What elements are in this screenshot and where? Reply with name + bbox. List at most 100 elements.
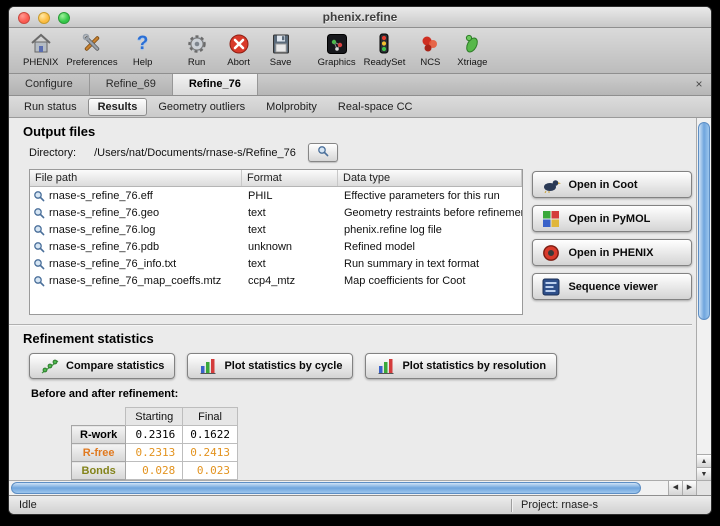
tab-refine-76[interactable]: Refine_76	[173, 74, 258, 95]
toolbar-button-ncs[interactable]: NCS	[409, 30, 451, 68]
column-header-final: Final	[183, 408, 238, 426]
close-tab-icon[interactable]: ×	[687, 74, 711, 95]
abort-icon	[227, 30, 251, 57]
tab-run-status[interactable]: Run status	[14, 98, 87, 116]
stats-row-r-free: R-free 0.2313 0.2413	[72, 444, 238, 462]
file-datatype: Map coefficients for Coot	[338, 275, 522, 287]
row-label: R-free	[72, 444, 126, 462]
tab-real-space-cc[interactable]: Real-space CC	[328, 98, 423, 116]
file-datatype: Geometry restraints before refinement	[338, 207, 522, 219]
toolbar-button-phenix[interactable]: PHENIX	[19, 30, 62, 68]
scroll-left-icon[interactable]: ◀	[668, 481, 682, 495]
file-row[interactable]: rnase-s_refine_76_map_coeffs.mtz ccp4_mt…	[30, 272, 522, 289]
vertical-scrollbar[interactable]: ▲ ▼	[696, 118, 711, 480]
file-path: rnase-s_refine_76.log	[49, 224, 155, 236]
file-format: ccp4_mtz	[242, 275, 338, 287]
phenix-logo-icon	[541, 244, 561, 262]
zoom-window-button[interactable]	[58, 12, 70, 24]
titlebar: phenix.refine	[9, 7, 711, 28]
file-format: text	[242, 207, 338, 219]
close-window-button[interactable]	[18, 12, 30, 24]
section-divider	[9, 324, 692, 326]
file-row[interactable]: rnase-s_refine_76.pdb unknown Refined mo…	[30, 238, 522, 255]
minimize-window-button[interactable]	[38, 12, 50, 24]
traffic-lights	[18, 12, 70, 24]
sequence-viewer-button[interactable]: Sequence viewer	[532, 273, 692, 300]
toolbar-label: Abort	[227, 57, 250, 68]
toolbar-button-graphics[interactable]: Graphics	[314, 30, 360, 68]
file-path: rnase-s_refine_76_info.txt	[49, 258, 176, 270]
scroll-up-icon[interactable]: ▲	[697, 454, 711, 467]
vertical-scroll-thumb[interactable]	[698, 122, 710, 320]
tab-geometry-outliers[interactable]: Geometry outliers	[148, 98, 255, 116]
project-status: Project: rnase-s	[511, 496, 598, 514]
button-label: Open in PHENIX	[568, 247, 653, 259]
xtriage-icon	[460, 30, 484, 57]
toolbar-button-help[interactable]: ? Help	[122, 30, 164, 68]
file-datatype: Run summary in text format	[338, 258, 522, 270]
directory-label: Directory:	[29, 147, 76, 159]
toolbar-button-save[interactable]: Save	[260, 30, 302, 68]
plot-statistics-by-cycle-button[interactable]: Plot statistics by cycle	[187, 353, 353, 379]
files-section: File path Format Data type rnase-s_refin…	[29, 169, 692, 315]
browse-directory-button[interactable]	[308, 143, 338, 162]
status-text: Idle	[19, 499, 37, 511]
results-scrollpane: Output files Directory: /Users/nat/Docum…	[9, 118, 696, 480]
column-header-data-type[interactable]: Data type	[338, 170, 522, 186]
magnifier-icon	[33, 241, 45, 253]
button-label: Plot statistics by cycle	[224, 360, 342, 372]
toolbar-button-run[interactable]: Run	[176, 30, 218, 68]
result-tabs: Run status Results Geometry outliers Mol…	[9, 96, 711, 118]
starting-value: 0.2313	[126, 444, 183, 462]
file-path: rnase-s_refine_76.eff	[49, 190, 153, 202]
scroll-down-icon[interactable]: ▼	[697, 467, 711, 480]
toolbar-label: Run	[188, 57, 205, 68]
status-bar: Idle Project: rnase-s	[9, 495, 711, 514]
toolbar-button-readyset[interactable]: ReadySet	[360, 30, 410, 68]
before-after-label: Before and after refinement:	[31, 388, 692, 400]
tab-results[interactable]: Results	[88, 98, 148, 116]
tab-configure[interactable]: Configure	[9, 74, 90, 95]
column-header-format[interactable]: Format	[242, 170, 338, 186]
vertical-scroll-arrows: ▲ ▼	[697, 454, 711, 480]
file-row[interactable]: rnase-s_refine_76.geo text Geometry rest…	[30, 204, 522, 221]
open-in-phenix-button[interactable]: Open in PHENIX	[532, 239, 692, 266]
file-format: PHIL	[242, 190, 338, 202]
toolbar-label: ReadySet	[364, 57, 406, 68]
plot-statistics-by-resolution-button[interactable]: Plot statistics by resolution	[365, 353, 557, 379]
window-title: phenix.refine	[9, 7, 711, 27]
file-row[interactable]: rnase-s_refine_76.log text phenix.refine…	[30, 221, 522, 238]
file-datatype: Refined model	[338, 241, 522, 253]
toolbar-button-xtriage[interactable]: Xtriage	[451, 30, 493, 68]
compare-statistics-button[interactable]: Compare statistics	[29, 353, 175, 379]
open-in-pymol-button[interactable]: Open in PyMOL	[532, 205, 692, 232]
sequence-viewer-icon	[541, 278, 561, 296]
final-value: 0.023	[183, 462, 238, 480]
row-label: Bonds	[72, 462, 126, 480]
toolbar-label: Save	[270, 57, 292, 68]
file-row[interactable]: rnase-s_refine_76_info.txt text Run summ…	[30, 255, 522, 272]
graphics-icon	[325, 30, 349, 57]
toolbar-label: Graphics	[318, 57, 356, 68]
toolbar-button-abort[interactable]: Abort	[218, 30, 260, 68]
save-icon	[269, 30, 293, 57]
tab-refine-69[interactable]: Refine_69	[90, 74, 173, 95]
file-format: text	[242, 224, 338, 236]
file-row[interactable]: rnase-s_refine_76.eff PHIL Effective par…	[30, 187, 522, 204]
toolbar-button-preferences[interactable]: Preferences	[62, 30, 121, 68]
screen: phenix.refine PHENIX Preferences ? Help	[0, 0, 720, 526]
scroll-right-icon[interactable]: ▶	[682, 481, 696, 495]
open-in-coot-button[interactable]: Open in Coot	[532, 171, 692, 198]
column-header-starting: Starting	[126, 408, 183, 426]
button-label: Plot statistics by resolution	[402, 360, 546, 372]
file-format: text	[242, 258, 338, 270]
horizontal-scrollbar[interactable]: ◀ ▶	[9, 480, 696, 495]
starting-value: 0.028	[126, 462, 183, 480]
final-value: 0.1622	[183, 426, 238, 444]
file-path: rnase-s_refine_76.geo	[49, 207, 159, 219]
tab-molprobity[interactable]: Molprobity	[256, 98, 327, 116]
horizontal-scroll-thumb[interactable]	[11, 482, 641, 494]
status-divider	[511, 499, 512, 512]
column-header-file-path[interactable]: File path	[30, 170, 242, 186]
button-label: Sequence viewer	[568, 281, 657, 293]
